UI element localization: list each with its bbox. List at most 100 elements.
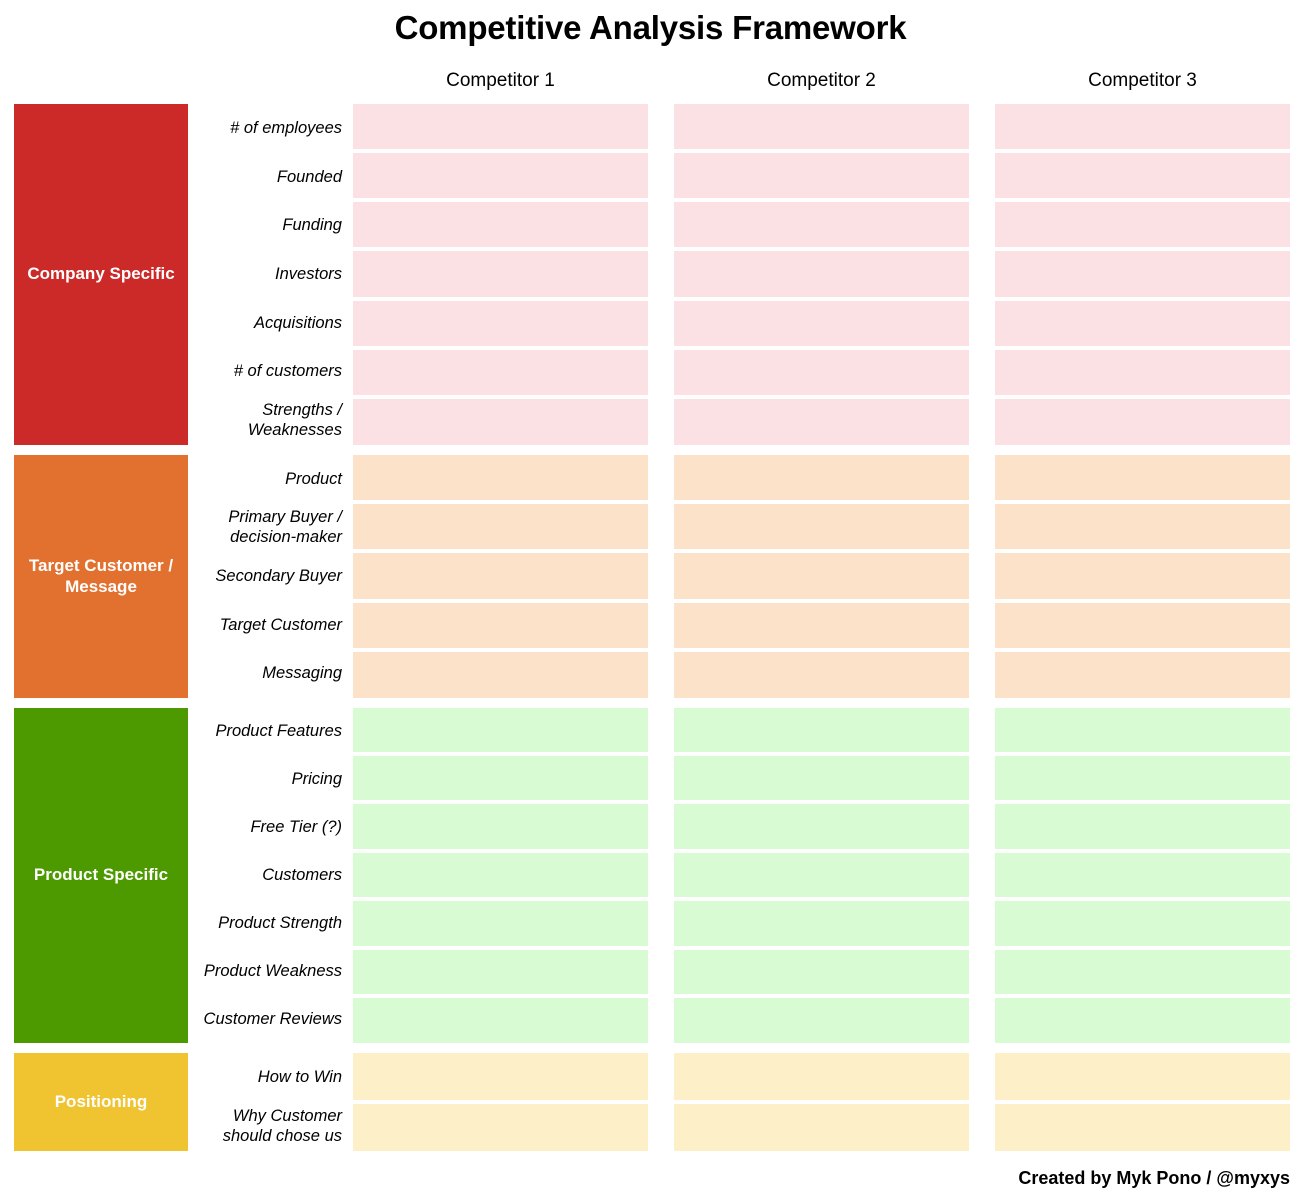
entry-cell[interactable] (674, 756, 969, 801)
entry-cell[interactable] (353, 399, 648, 445)
entry-cell[interactable] (995, 103, 1290, 149)
competitor-header-row: Competitor 1 Competitor 2 Competitor 3 (0, 60, 1301, 102)
entry-cell[interactable] (353, 602, 648, 649)
entry-cell[interactable] (995, 707, 1290, 753)
framework-section: Product Specific Product Features Pricing F… (0, 707, 1301, 1043)
entry-cell[interactable] (353, 251, 648, 297)
entry-cell[interactable] (353, 949, 648, 995)
attribute-label: Strengths / Weaknesses (188, 396, 342, 445)
entry-cell[interactable] (995, 350, 1290, 396)
attribute-label: Acquisitions (188, 298, 342, 347)
attribute-label: Primary Buyer / decision-maker (188, 503, 342, 552)
entry-cell[interactable] (674, 202, 969, 248)
competitor-column (995, 1052, 1290, 1151)
entry-cell[interactable] (674, 251, 969, 297)
entry-cell[interactable] (674, 504, 969, 550)
entry-cell[interactable] (674, 602, 969, 649)
attribute-label-text: Funding (282, 216, 342, 235)
page-title: Competitive Analysis Framework (394, 9, 907, 46)
competitor-columns (342, 1052, 1301, 1151)
entry-cell[interactable] (674, 300, 969, 346)
entry-cell[interactable] (353, 804, 648, 849)
entry-cell[interactable] (674, 1103, 969, 1151)
entry-cell[interactable] (353, 553, 648, 599)
entry-cell[interactable] (995, 602, 1290, 649)
entry-cell[interactable] (674, 1052, 969, 1100)
entry-cell[interactable] (353, 756, 648, 801)
entry-cell[interactable] (674, 399, 969, 445)
section-category-label: Target Customer / Message (28, 555, 174, 597)
attribute-label: Messaging (188, 649, 342, 698)
entry-cell[interactable] (674, 103, 969, 149)
entry-cell[interactable] (674, 852, 969, 898)
entry-cell[interactable] (995, 1103, 1290, 1151)
entry-cell[interactable] (995, 553, 1290, 599)
competitor-column (353, 454, 648, 698)
entry-cell[interactable] (353, 300, 648, 346)
entry-cell[interactable] (353, 1052, 648, 1100)
entry-cell[interactable] (353, 998, 648, 1043)
attribute-label-column: # of employees Founded Funding Investors Acq… (188, 104, 342, 445)
entry-cell[interactable] (353, 1103, 648, 1151)
entry-cell[interactable] (995, 756, 1290, 801)
entry-cell[interactable] (674, 998, 969, 1043)
entry-cell[interactable] (995, 652, 1290, 698)
entry-cell[interactable] (995, 202, 1290, 248)
section-category-block: Product Specific (14, 707, 188, 1043)
entry-cell[interactable] (995, 1052, 1290, 1100)
entry-cell[interactable] (353, 202, 648, 248)
entry-cell[interactable] (353, 152, 648, 199)
entry-cell[interactable] (995, 852, 1290, 898)
entry-cell[interactable] (353, 852, 648, 898)
entry-cell[interactable] (995, 300, 1290, 346)
entry-cell[interactable] (995, 251, 1290, 297)
competitor-columns (342, 103, 1301, 445)
attribute-label: Customers (188, 851, 342, 899)
entry-cell[interactable] (995, 949, 1290, 995)
credit-line: Created by Myk Pono / @myxys (1018, 1167, 1290, 1188)
entry-cell[interactable] (674, 949, 969, 995)
entry-cell[interactable] (674, 707, 969, 753)
entry-cell[interactable] (674, 652, 969, 698)
attribute-label-text: # of employees (230, 118, 342, 137)
attribute-label: Founded (188, 152, 342, 201)
entry-cell[interactable] (995, 454, 1290, 500)
entry-cell[interactable] (995, 998, 1290, 1043)
entry-cell[interactable] (995, 504, 1290, 550)
section-category-block: Company Specific (14, 103, 188, 445)
entry-cell[interactable] (353, 103, 648, 149)
entry-cell[interactable] (674, 350, 969, 396)
entry-cell[interactable] (995, 399, 1290, 445)
entry-cell[interactable] (995, 804, 1290, 849)
entry-cell[interactable] (674, 901, 969, 946)
entry-cell[interactable] (353, 707, 648, 753)
attribute-label: # of customers (188, 347, 342, 396)
entry-cell[interactable] (995, 152, 1290, 199)
attribute-label: Pricing (188, 755, 342, 803)
attribute-label-text: # of customers (233, 362, 342, 381)
entry-cell[interactable] (353, 454, 648, 500)
framework-section: Positioning How to Win Why Customer should… (0, 1052, 1301, 1151)
entry-cell[interactable] (674, 804, 969, 849)
attribute-label-text: Free Tier (?) (250, 818, 342, 837)
entry-cell[interactable] (674, 152, 969, 199)
entry-cell[interactable] (995, 901, 1290, 946)
entry-cell[interactable] (353, 652, 648, 698)
section-category-label: Product Specific (33, 865, 169, 885)
section-body: # of employees Founded Funding Investors Acq… (188, 103, 1301, 445)
entry-cell[interactable] (674, 454, 969, 500)
competitor-column (674, 454, 969, 698)
attribute-label: Free Tier (?) (188, 803, 342, 851)
entry-cell[interactable] (353, 350, 648, 396)
attribute-label: Product Features (188, 708, 342, 756)
framework-section: Target Customer / Message Product Primary … (0, 454, 1301, 698)
column-header-competitor-3: Competitor 3 (1088, 69, 1197, 91)
attribute-label: Secondary Buyer (188, 552, 342, 601)
entry-cell[interactable] (353, 901, 648, 946)
section-category-label: Company Specific (27, 264, 175, 284)
entry-cell[interactable] (353, 504, 648, 550)
competitor-column (674, 103, 969, 445)
section-body: How to Win Why Customer should chose us (188, 1052, 1301, 1151)
entry-cell[interactable] (674, 553, 969, 599)
competitor-column (995, 454, 1290, 698)
